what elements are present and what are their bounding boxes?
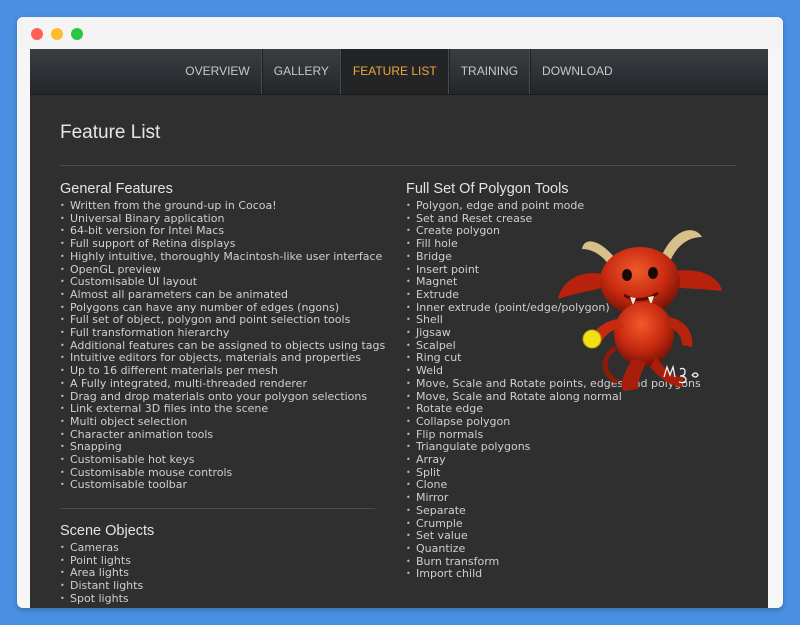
close-window-button[interactable] bbox=[31, 28, 43, 40]
list-item: A Fully integrated, multi-threaded rende… bbox=[60, 377, 390, 391]
nav-overview[interactable]: OVERVIEW bbox=[174, 49, 262, 94]
general-features-heading: General Features bbox=[60, 181, 173, 197]
list-item: Almost all parameters can be animated bbox=[60, 288, 390, 302]
red-creature-mascot-image bbox=[558, 230, 722, 391]
nav-download[interactable]: DOWNLOAD bbox=[530, 49, 624, 94]
list-item: Collapse polygon bbox=[406, 415, 736, 429]
title-divider bbox=[60, 165, 737, 166]
zoom-window-button[interactable] bbox=[71, 28, 83, 40]
top-nav: OVERVIEW GALLERY FEATURE LIST TRAINING D… bbox=[30, 49, 768, 95]
page-title: Feature List bbox=[60, 122, 161, 143]
scene-objects-heading: Scene Objects bbox=[60, 523, 155, 539]
minimize-window-button[interactable] bbox=[51, 28, 63, 40]
web-page: OVERVIEW GALLERY FEATURE LIST TRAINING D… bbox=[30, 49, 768, 608]
window-titlebar bbox=[17, 17, 783, 49]
list-item: Written from the ground-up in Cocoa! bbox=[60, 199, 390, 213]
left-ear bbox=[558, 273, 606, 299]
nav-training[interactable]: TRAINING bbox=[448, 49, 531, 94]
list-item: Mirror bbox=[406, 491, 736, 505]
creature-body bbox=[614, 302, 674, 366]
list-item: Spot lights bbox=[60, 592, 390, 606]
list-item: Separate bbox=[406, 504, 736, 518]
list-item: Split bbox=[406, 466, 736, 480]
list-item: Clone bbox=[406, 479, 736, 492]
list-item: Quantize bbox=[406, 542, 736, 556]
nav-gallery[interactable]: GALLERY bbox=[261, 49, 341, 94]
list-item: Multi object selection bbox=[60, 415, 390, 429]
list-item: Customisable hot keys bbox=[60, 453, 390, 467]
list-item: Customisable toolbar bbox=[60, 479, 390, 492]
browser-window: OVERVIEW GALLERY FEATURE LIST TRAINING D… bbox=[17, 17, 783, 608]
list-item: Distant lights bbox=[60, 579, 390, 593]
section-divider bbox=[60, 508, 375, 509]
tail bbox=[602, 346, 619, 384]
general-features-section: General Features Written from the ground… bbox=[60, 181, 390, 492]
yellow-ball bbox=[582, 329, 602, 349]
general-features-list: Written from the ground-up in Cocoa!Univ… bbox=[60, 199, 390, 492]
list-item: Cameras bbox=[60, 541, 390, 555]
left-eye bbox=[622, 269, 632, 281]
list-item: Full support of Retina displays bbox=[60, 237, 390, 251]
list-item: Array bbox=[406, 453, 736, 467]
polygon-tools-heading: Full Set Of Polygon Tools bbox=[406, 181, 569, 197]
list-item: Import child bbox=[406, 568, 736, 581]
scene-objects-section: Scene Objects CamerasPoint lightsArea li… bbox=[60, 523, 390, 606]
scene-objects-list: CamerasPoint lightsArea lightsDistant li… bbox=[60, 541, 390, 606]
list-item: Triangulate polygons bbox=[406, 441, 736, 454]
list-item: Highly intuitive, thoroughly Macintosh-l… bbox=[60, 250, 390, 264]
nav-feature-list[interactable]: FEATURE LIST bbox=[340, 49, 449, 94]
list-item: Full transformation hierarchy bbox=[60, 326, 390, 340]
right-eye bbox=[648, 267, 658, 279]
list-item: Up to 16 different materials per mesh bbox=[60, 364, 390, 378]
left-leg bbox=[621, 359, 646, 391]
